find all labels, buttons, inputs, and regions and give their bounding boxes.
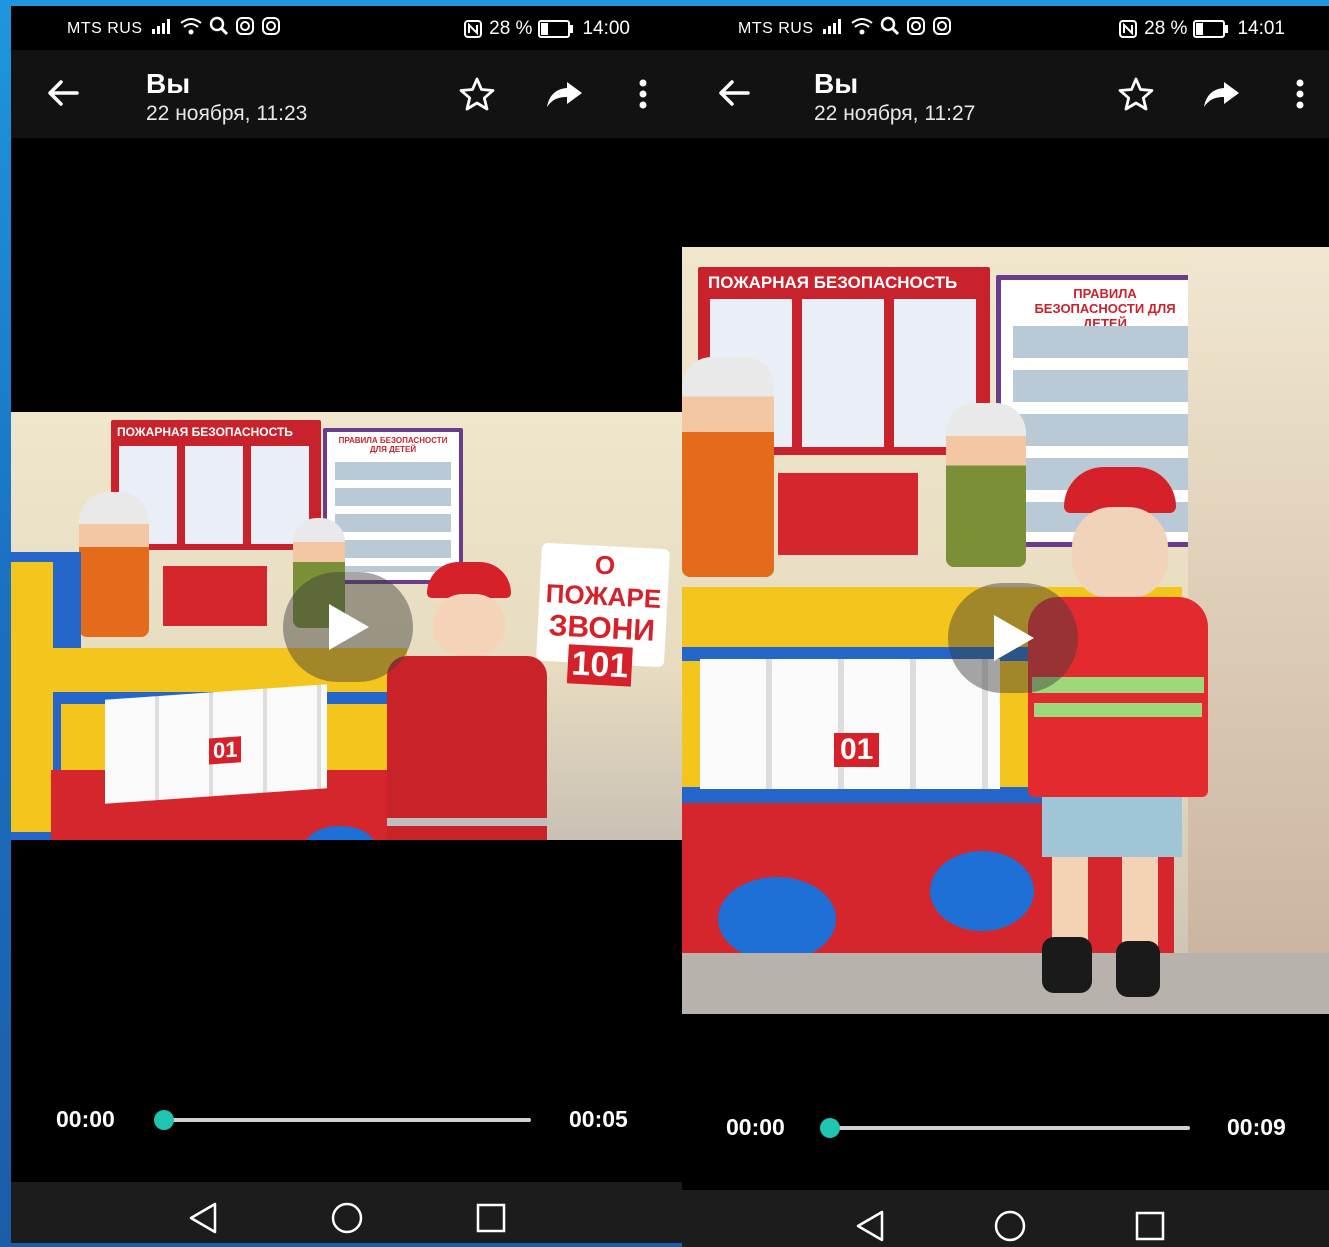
play-icon bbox=[994, 615, 1034, 661]
app-header: Вы 22 ноября, 11:23 bbox=[11, 50, 682, 138]
instagram-icon bbox=[262, 17, 280, 35]
play-icon bbox=[329, 604, 369, 650]
child-firefighter bbox=[387, 562, 547, 840]
more-vertical-icon[interactable] bbox=[1280, 76, 1320, 112]
nav-home-icon[interactable] bbox=[327, 1198, 367, 1238]
phone-screen-right: MTS RUS 28 % 14:01 Вы 22 ноября, 11:27 П… bbox=[682, 6, 1329, 1247]
star-icon[interactable] bbox=[457, 76, 497, 112]
firefighter-figure bbox=[682, 357, 774, 577]
nav-recents-icon[interactable] bbox=[471, 1198, 511, 1238]
more-vertical-icon[interactable] bbox=[623, 76, 663, 112]
wifi-icon bbox=[851, 18, 873, 35]
battery-percent: 28 % bbox=[489, 18, 533, 39]
nfc-icon bbox=[464, 20, 483, 38]
clock: 14:00 bbox=[582, 18, 630, 39]
signal-icon bbox=[152, 19, 170, 34]
video-preview[interactable]: ПОЖАРНАЯ БЕЗОПАСНОСТЬ ПРАВИЛА БЕЗОПАСНОС… bbox=[11, 412, 682, 840]
back-arrow-icon[interactable] bbox=[716, 78, 752, 108]
nav-home-icon[interactable] bbox=[990, 1206, 1030, 1246]
clock: 14:01 bbox=[1237, 18, 1285, 39]
chat-title: Вы bbox=[814, 68, 859, 99]
battery-percent: 28 % bbox=[1144, 18, 1188, 39]
fire-call-sign: О ПОЖАРЕ ЗВОНИ 101 bbox=[535, 542, 671, 687]
child-in-vest bbox=[1012, 467, 1208, 1007]
instagram-icon bbox=[933, 17, 951, 35]
nav-recents-icon[interactable] bbox=[1130, 1206, 1170, 1246]
share-forward-icon[interactable] bbox=[1202, 76, 1242, 112]
nav-bar bbox=[11, 1182, 682, 1243]
instagram-icon bbox=[907, 17, 925, 35]
video-timeline: 00:00 00:05 bbox=[11, 1102, 682, 1142]
nav-back-icon[interactable] bbox=[183, 1198, 223, 1238]
back-arrow-icon[interactable] bbox=[45, 78, 81, 108]
fire-safety-booklet: 01 bbox=[700, 659, 1000, 789]
poster-title: ПРАВИЛА БЕЗОПАСНОСТИ ДЛЯ ДЕТЕЙ bbox=[338, 436, 448, 454]
search-icon bbox=[880, 16, 900, 36]
nav-bar bbox=[682, 1190, 1329, 1247]
status-bar: MTS RUS 28 % 14:01 bbox=[682, 6, 1329, 50]
chat-title: Вы bbox=[146, 68, 191, 99]
duration: 00:05 bbox=[569, 1106, 628, 1132]
signal-icon bbox=[823, 19, 841, 34]
battery-icon bbox=[538, 20, 574, 38]
app-header: Вы 22 ноября, 11:27 bbox=[682, 50, 1329, 138]
seek-handle[interactable] bbox=[154, 1110, 174, 1130]
firefighter-figure bbox=[79, 492, 149, 637]
battery-icon bbox=[1193, 20, 1229, 38]
phone-screen-left: MTS RUS 28 % 14:00 Вы 22 ноября, 11:23 П… bbox=[11, 6, 682, 1243]
current-time: 00:00 bbox=[726, 1114, 785, 1140]
current-time: 00:00 bbox=[56, 1106, 115, 1132]
seek-bar[interactable] bbox=[830, 1126, 1190, 1130]
status-bar: MTS RUS 28 % 14:00 bbox=[11, 6, 682, 50]
cabinet-wheel bbox=[718, 877, 836, 961]
seek-bar[interactable] bbox=[163, 1118, 531, 1122]
poster-title: ПОЖАРНАЯ БЕЗОПАСНОСТЬ bbox=[117, 425, 293, 439]
message-date: 22 ноября, 11:27 bbox=[814, 102, 976, 125]
star-icon[interactable] bbox=[1116, 76, 1156, 112]
seek-handle[interactable] bbox=[820, 1118, 840, 1138]
nav-back-icon[interactable] bbox=[850, 1206, 890, 1246]
carrier-label: MTS RUS bbox=[67, 20, 143, 37]
instagram-icon bbox=[236, 17, 254, 35]
duration: 00:09 bbox=[1227, 1114, 1286, 1140]
play-button[interactable] bbox=[283, 572, 413, 682]
message-date: 22 ноября, 11:23 bbox=[146, 102, 308, 125]
fire-safety-booklet: 01 bbox=[105, 684, 327, 804]
video-timeline: 00:00 00:09 bbox=[682, 1110, 1329, 1150]
video-preview[interactable]: ПОЖАРНАЯ БЕЗОПАСНОСТЬ ПРАВИЛА БЕЗОПАСНОС… bbox=[682, 247, 1329, 1014]
nfc-icon bbox=[1119, 20, 1138, 38]
carrier-label: MTS RUS bbox=[738, 20, 814, 37]
share-forward-icon[interactable] bbox=[545, 76, 585, 112]
play-button[interactable] bbox=[948, 583, 1078, 693]
wifi-icon bbox=[180, 18, 202, 35]
search-icon bbox=[209, 16, 229, 36]
poster-title: ПОЖАРНАЯ БЕЗОПАСНОСТЬ bbox=[708, 273, 958, 292]
